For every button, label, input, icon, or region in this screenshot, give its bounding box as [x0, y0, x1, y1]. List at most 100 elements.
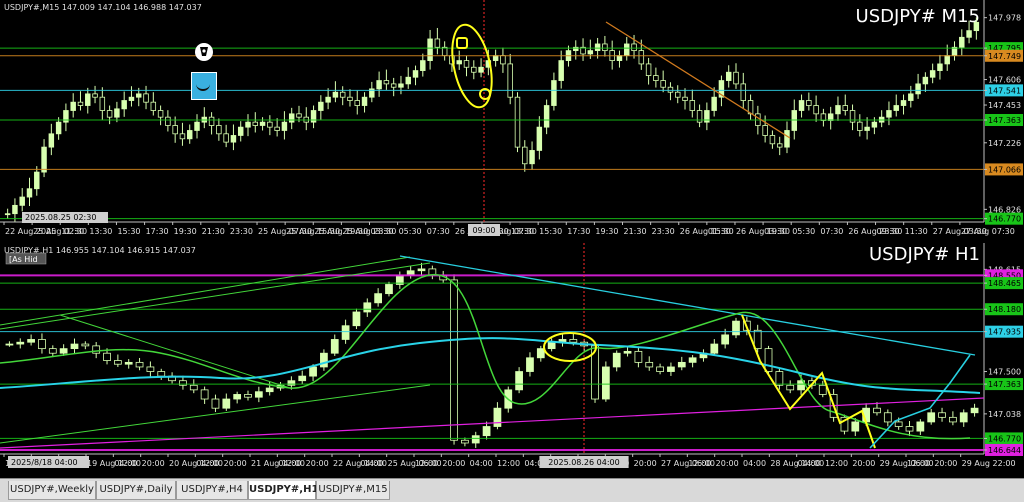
- pen-hole: [202, 49, 206, 53]
- candle-body: [347, 96, 353, 101]
- price-label: 147.038: [984, 410, 1021, 419]
- candle-body: [237, 126, 244, 136]
- candle-body: [59, 348, 68, 354]
- candle: [514, 92, 521, 153]
- time-label: 20:00: [934, 459, 957, 468]
- time-label: 19:30: [595, 227, 618, 236]
- candle-body: [959, 412, 968, 423]
- candle-body: [77, 101, 84, 106]
- time-label: 20:00: [634, 459, 657, 468]
- candle-body: [656, 366, 664, 372]
- candle-body: [725, 71, 732, 81]
- candle-body: [864, 126, 870, 131]
- candle-body: [798, 100, 805, 111]
- price-label: 148.465: [984, 277, 1023, 290]
- price-label: 148.180: [984, 303, 1023, 316]
- candle-body: [813, 105, 819, 115]
- smile-icon: [196, 82, 210, 91]
- candle-body: [330, 339, 339, 354]
- candle-body: [871, 121, 878, 128]
- time-label: 21:30: [202, 227, 225, 236]
- crosshair-tag-text: 09:00: [472, 226, 495, 235]
- candle-body: [339, 91, 346, 98]
- chart-tab[interactable]: USDJPY#,M15: [316, 481, 390, 500]
- time-label: 23:30: [230, 227, 253, 236]
- time-label: 03:30: [764, 227, 787, 236]
- price-label: 147.363: [984, 378, 1023, 391]
- candle-body: [500, 55, 506, 65]
- candle-body: [70, 101, 76, 111]
- candle-body: [254, 391, 263, 398]
- chart-tab[interactable]: USDJPY#,H1: [248, 481, 318, 500]
- price-label-text: 147.935: [988, 328, 1021, 337]
- candle-body: [908, 93, 914, 101]
- candle-body: [631, 43, 637, 52]
- time-label: 07:30: [820, 227, 843, 236]
- candle-body: [602, 43, 608, 52]
- time-label: 03:30: [370, 227, 393, 236]
- candle-body: [245, 121, 251, 128]
- price-label: 147.749: [984, 49, 1023, 62]
- candle-body: [412, 70, 419, 78]
- time-label: 12:00: [825, 459, 848, 468]
- time-label: 04:00: [114, 459, 137, 468]
- price-label: 147.606: [984, 76, 1021, 85]
- candle: [450, 274, 458, 445]
- price-label-text: 147.749: [988, 52, 1021, 61]
- candle-body: [786, 384, 795, 391]
- candle-body: [645, 63, 652, 76]
- candle-body: [616, 55, 623, 61]
- time-label: 27 Aug 07:30: [961, 227, 1015, 236]
- candle-body: [893, 105, 899, 111]
- candle-body: [200, 389, 209, 400]
- candle-body: [187, 130, 193, 140]
- candle-body: [374, 293, 383, 304]
- symbol-header: USDJPY#,M15 147.009 147.104 146.988 147.…: [4, 3, 202, 12]
- candle-body: [398, 83, 404, 88]
- h1-chart-pane[interactable]: USDJPY#,H1 146.955 147.104 146.915 147.0…: [0, 243, 1024, 478]
- candle-body: [143, 93, 149, 103]
- candle-body: [645, 361, 654, 368]
- candle-body: [851, 421, 860, 432]
- candle-body: [4, 213, 11, 216]
- candle: [601, 361, 610, 402]
- candle-body: [332, 91, 339, 98]
- candle-body: [937, 63, 943, 71]
- candle-body: [157, 371, 166, 377]
- chart-tab[interactable]: USDJPY#,H4: [176, 481, 248, 500]
- time-label: 11:30: [61, 227, 84, 236]
- candle-body: [471, 435, 480, 444]
- candle-body: [482, 426, 491, 437]
- candle-body: [267, 121, 273, 128]
- candle-body: [85, 93, 91, 106]
- m15-chart-pane[interactable]: USDJPY#,M15 147.009 147.104 146.988 147.…: [0, 0, 1024, 243]
- candle-body: [776, 143, 783, 148]
- time-label: 15:30: [117, 227, 140, 236]
- candle-body: [753, 329, 762, 350]
- m15-chart[interactable]: USDJPY#,M15 147.009 147.104 146.988 147.…: [0, 0, 1024, 243]
- time-label: 20:00: [852, 459, 875, 468]
- chart-title: USDJPY# M15: [856, 6, 980, 27]
- candle-body: [492, 55, 499, 61]
- crosshair-time-tag: 09:00: [468, 224, 500, 236]
- candle-body: [660, 80, 666, 88]
- candle-body: [172, 125, 178, 135]
- price-label: 147.978: [984, 14, 1021, 23]
- chart-tab[interactable]: USDJPY#,Daily: [96, 481, 176, 500]
- time-label: 07:30: [427, 227, 450, 236]
- chart-tab[interactable]: USDJPY#,Weekly: [8, 481, 96, 500]
- candle-body: [189, 384, 198, 391]
- candle-body: [179, 133, 186, 140]
- candle-body: [106, 110, 113, 118]
- candle-body: [959, 36, 965, 48]
- smile-widget[interactable]: [191, 72, 217, 100]
- candle-body: [653, 75, 659, 81]
- h1-chart[interactable]: USDJPY#,H1 146.955 147.104 146.915 147.0…: [0, 243, 1024, 478]
- candle-body: [341, 325, 350, 340]
- price-label-text: 148.465: [988, 279, 1021, 288]
- candle-body: [179, 380, 187, 386]
- time-label: 20:00: [442, 459, 465, 468]
- candle-body: [873, 407, 881, 414]
- candle-body: [721, 334, 730, 345]
- time-label: 04:00: [360, 459, 383, 468]
